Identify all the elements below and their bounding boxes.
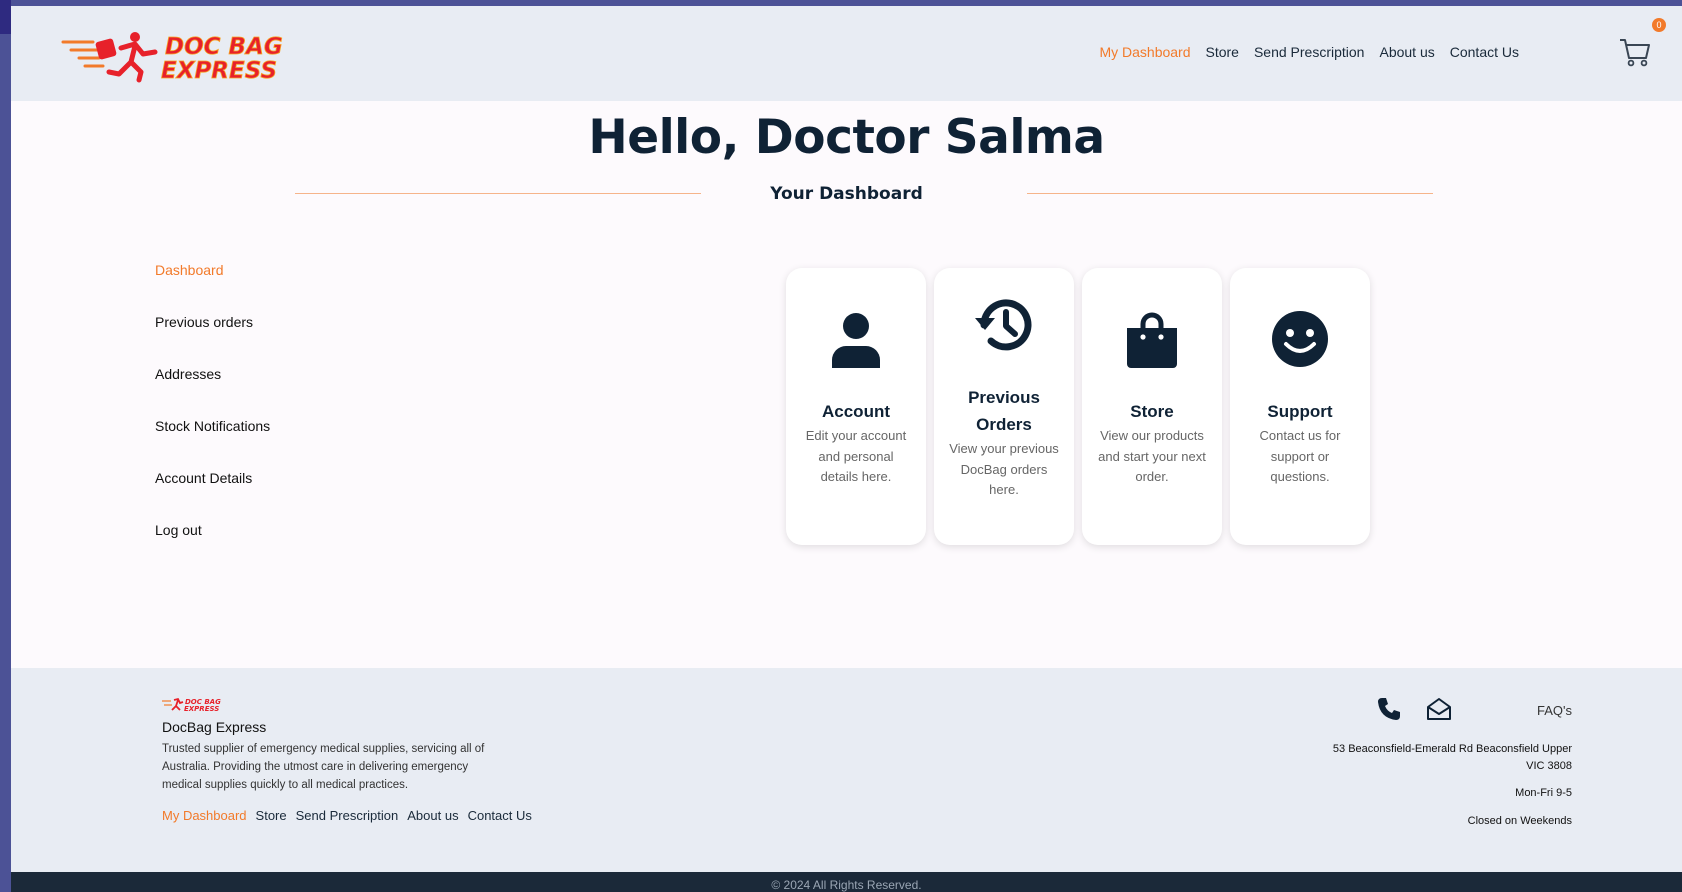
cart-count-badge: 0 — [1652, 18, 1666, 32]
sidebar-item-log-out[interactable]: Log out — [155, 522, 270, 574]
page-title: Hello, Doctor Salma — [588, 110, 1105, 165]
sidebar-item-previous-orders[interactable]: Previous orders — [155, 314, 270, 366]
logo-text-top: DOC BAG — [165, 34, 283, 60]
footer-nav-store[interactable]: Store — [256, 808, 287, 823]
footer-nav: My Dashboard Store Send Prescription Abo… — [162, 808, 532, 823]
footer-faq-link[interactable]: FAQ's — [1537, 703, 1572, 718]
sidebar-item-stock-notifications[interactable]: Stock Notifications — [155, 418, 270, 470]
card-description: Contact us for support or questions. — [1259, 428, 1341, 484]
footer-nav-about-us[interactable]: About us — [407, 808, 458, 823]
nav-send-prescription[interactable]: Send Prescription — [1254, 44, 1365, 60]
card-support[interactable]: Support Contact us for support or questi… — [1230, 268, 1370, 545]
email-icon[interactable] — [1426, 696, 1452, 722]
nav-my-dashboard[interactable]: My Dashboard — [1099, 44, 1190, 60]
user-icon — [832, 313, 880, 368]
docbag-express-logo[interactable]: DOC BAG EXPRESS — [61, 28, 351, 84]
dashboard-cards: Account Edit your account and personal d… — [786, 268, 1370, 545]
sidebar-item-addresses[interactable]: Addresses — [155, 366, 270, 418]
card-store[interactable]: Store View our products and start your n… — [1082, 268, 1222, 545]
footer-contact-info: 53 Beaconsfield-Emerald Rd Beaconsfield … — [1333, 741, 1572, 830]
card-title: Previous Orders — [968, 388, 1040, 434]
footer-address-line2: VIC 3808 — [1526, 760, 1572, 772]
card-title: Account — [822, 402, 890, 421]
phone-icon[interactable] — [1376, 696, 1402, 722]
footer-closed: Closed on Weekends — [1467, 815, 1572, 827]
site-header: DOC BAG EXPRESS My Dashboard Store Send … — [11, 6, 1682, 101]
site-footer: DOC BAG EXPRESS DocBag Express Trusted s… — [11, 668, 1682, 872]
smiley-icon — [1272, 311, 1328, 367]
shopping-bag-icon — [1127, 312, 1177, 368]
card-title: Support — [1267, 402, 1333, 421]
nav-store[interactable]: Store — [1206, 44, 1239, 60]
footer-company-name: DocBag Express — [162, 719, 267, 735]
nav-contact-us[interactable]: Contact Us — [1450, 44, 1519, 60]
divider-right — [1027, 193, 1433, 194]
dashboard-subtitle: Your Dashboard — [770, 184, 923, 204]
footer-nav-my-dashboard[interactable]: My Dashboard — [162, 808, 247, 823]
window-edge — [0, 0, 11, 34]
footer-nav-send-prescription[interactable]: Send Prescription — [296, 808, 399, 823]
card-title: Store — [1130, 402, 1174, 421]
copyright-bar: © 2024 All Rights Reserved. — [11, 872, 1682, 892]
card-account[interactable]: Account Edit your account and personal d… — [786, 268, 926, 545]
card-description: View our products and start your next or… — [1098, 428, 1206, 484]
history-icon — [975, 299, 1032, 351]
logo-text-bottom: EXPRESS — [161, 58, 277, 84]
card-description: View your previous DocBag orders here. — [949, 441, 1059, 497]
nav-about-us[interactable]: About us — [1379, 44, 1434, 60]
footer-logo[interactable]: DOC BAG EXPRESS — [162, 696, 234, 712]
cart-icon[interactable] — [1618, 32, 1652, 68]
footer-logo-bottom: EXPRESS — [184, 705, 219, 712]
footer-address-line1: 53 Beaconsfield-Emerald Rd Beaconsfield … — [1332, 743, 1572, 755]
card-description: Edit your account and personal details h… — [805, 428, 907, 484]
account-sidebar: Dashboard Previous orders Addresses Stoc… — [155, 262, 270, 574]
footer-nav-contact-us[interactable]: Contact Us — [468, 808, 532, 823]
sidebar-item-dashboard[interactable]: Dashboard — [155, 262, 270, 314]
card-previous-orders[interactable]: Previous Orders View your previous DocBa… — [934, 268, 1074, 545]
sidebar-item-account-details[interactable]: Account Details — [155, 470, 270, 522]
page: DOC BAG EXPRESS My Dashboard Store Send … — [11, 6, 1682, 892]
footer-contact-icons — [1376, 696, 1452, 722]
footer-hours: Mon-Fri 9-5 — [1515, 787, 1572, 799]
main-nav: My Dashboard Store Send Prescription Abo… — [1099, 44, 1519, 60]
footer-description: Trusted supplier of emergency medical su… — [162, 743, 485, 791]
